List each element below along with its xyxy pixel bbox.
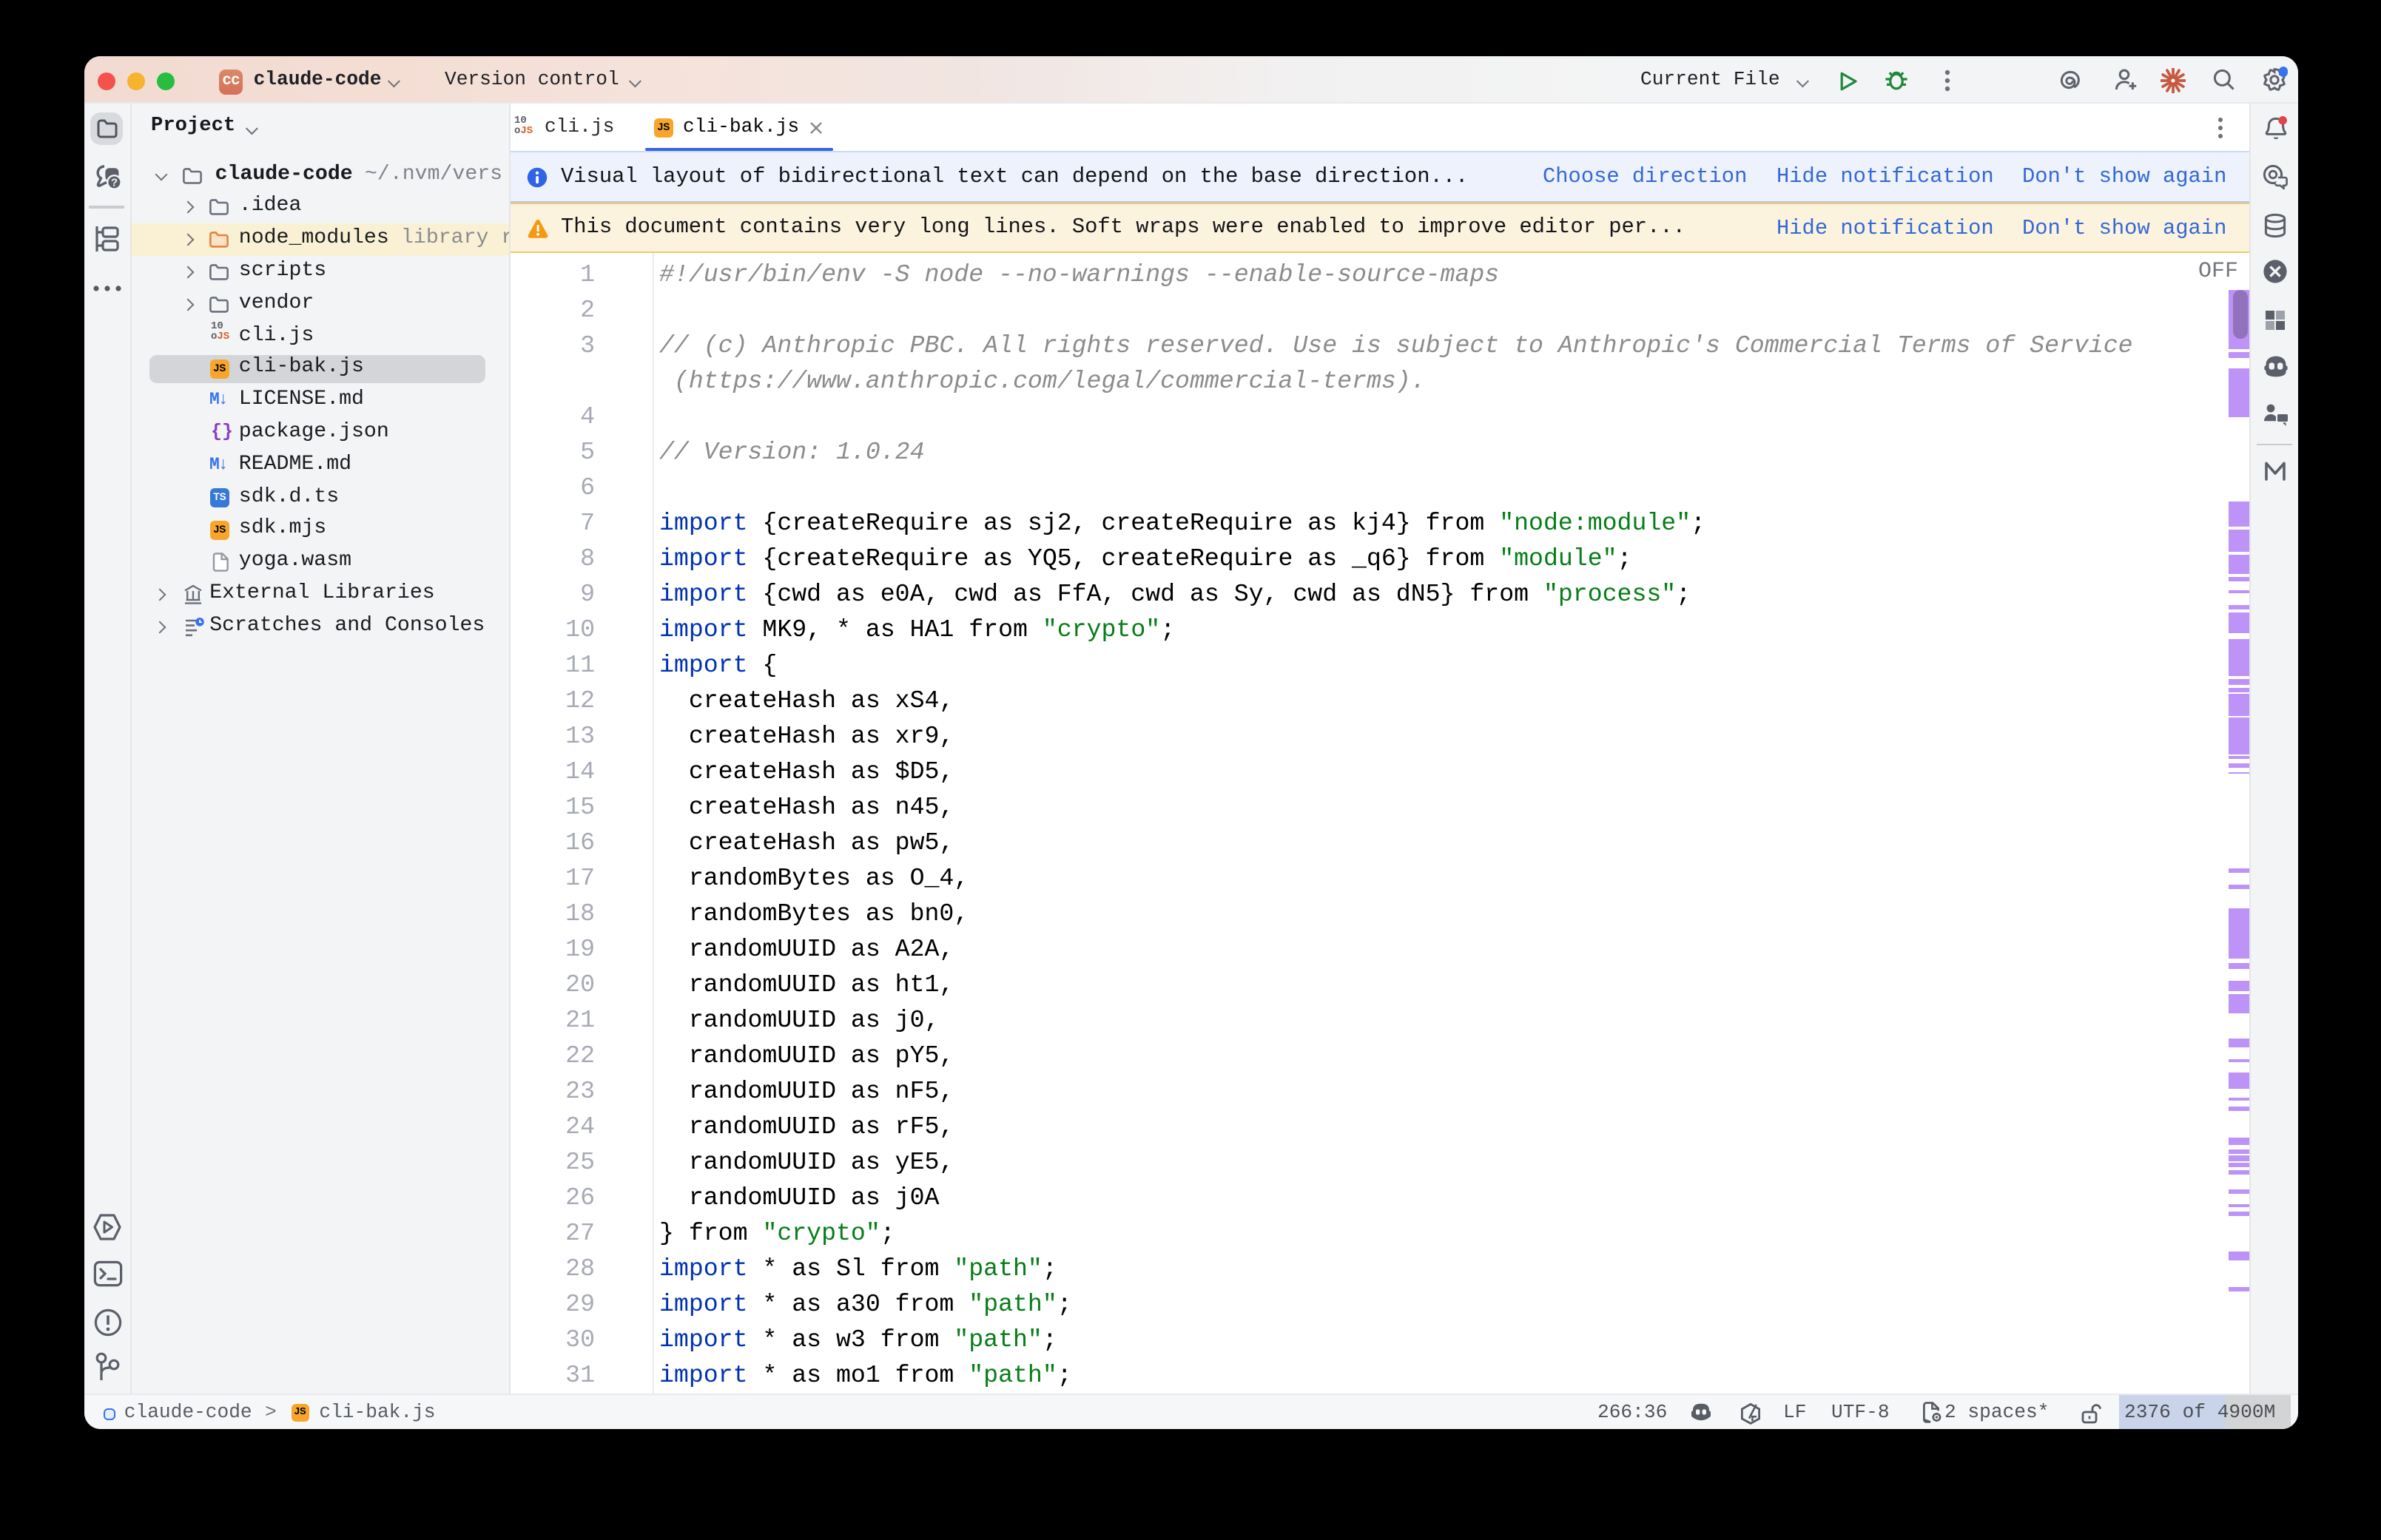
svg-text:?: ?	[110, 177, 117, 189]
